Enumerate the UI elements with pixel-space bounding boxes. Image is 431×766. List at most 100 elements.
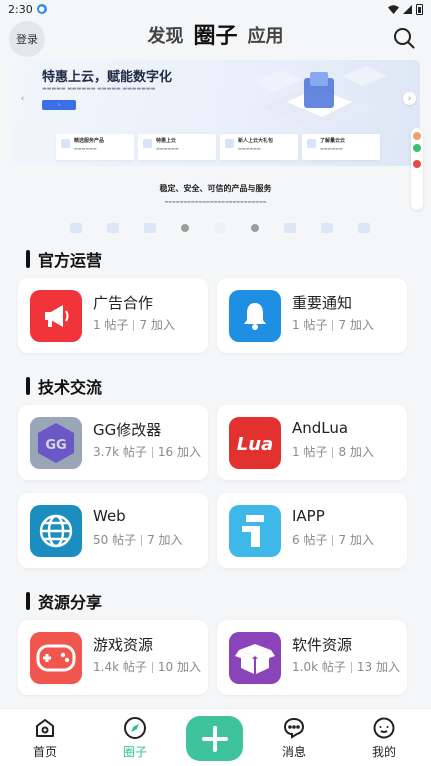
member-count: 16 加入: [157, 445, 201, 459]
nav-label: 我的: [371, 745, 396, 759]
member-count: 7 加入: [139, 318, 175, 332]
box-icon: [229, 632, 281, 684]
banner-illustration: [252, 66, 387, 132]
feature-thumb: [284, 223, 296, 233]
wifi-icon: [388, 4, 399, 14]
circle-stats: 50 帖子 7 加入: [93, 531, 183, 548]
circle-card-ads[interactable]: 广告合作 1 帖子 7 加入: [18, 278, 208, 353]
banner-card[interactable]: 精选服务产品 ▬▬▬▬▬▬: [56, 134, 134, 160]
banner-card[interactable]: 新人上云大礼包 ▬▬▬▬▬▬: [220, 134, 298, 160]
post-count: 6 帖子: [292, 533, 328, 547]
circle-card-games[interactable]: 游戏资源 1.4k 帖子 10 加入: [18, 620, 208, 695]
banner-card-label: 精选服务产品: [74, 138, 105, 144]
signal-icon: [403, 4, 412, 14]
pager-dot[interactable]: [181, 224, 189, 232]
circle-stats: 1 帖子 7 加入: [93, 316, 175, 333]
post-count: 1.0k 帖子: [292, 660, 346, 674]
nav-messages[interactable]: 消息: [264, 717, 324, 760]
nav-label: 消息: [281, 745, 306, 759]
notification-icon: ●: [36, 4, 47, 14]
pager-dot[interactable]: [251, 224, 259, 232]
wechat-icon: [413, 144, 421, 152]
banner-cta-button[interactable]: ›: [42, 100, 76, 110]
banner-slogan-decoration: ▬▬▬▬▬▬▬▬▬▬▬▬▬▬▬▬▬▬▬▬▬▬▬▬▬▬▬: [164, 199, 267, 204]
feature-thumb: [214, 223, 226, 233]
banner-prev-arrow[interactable]: ‹: [16, 92, 29, 105]
banner-pager: [70, 221, 370, 235]
status-time: 2:30: [8, 2, 33, 16]
circle-name: GG修改器: [93, 421, 162, 439]
circle-card-software[interactable]: 软件资源 1.0k 帖子 13 加入: [217, 620, 407, 695]
section-title: 技术交流: [26, 374, 102, 398]
gamepad-icon: [30, 632, 82, 684]
status-icons: [388, 3, 423, 15]
post-count: 50 帖子: [93, 533, 137, 547]
circle-card-andlua[interactable]: Lua AndLua 1 帖子 8 加入: [217, 405, 407, 480]
banner-card-label: 了解量云云: [320, 138, 346, 144]
search-icon[interactable]: [393, 27, 415, 49]
circle-name: 重要通知: [292, 294, 353, 312]
circle-name: AndLua: [292, 419, 349, 437]
member-count: 7 加入: [338, 533, 374, 547]
globe-icon: [30, 505, 82, 557]
banner-subtitle-decoration: ▬▬▬▬▬ ▬▬▬▬▬▬ ▬▬▬▬▬ ▬▬▬▬▬▬▬: [42, 86, 156, 92]
circle-name: IAPP: [292, 507, 325, 525]
promo-banner[interactable]: 特惠上云，赋能数字化 ▬▬▬▬▬ ▬▬▬▬▬▬ ▬▬▬▬▬ ▬▬▬▬▬▬▬ › …: [12, 60, 420, 166]
bell-icon: [229, 290, 281, 342]
tab-circle[interactable]: 圈子: [193, 22, 237, 52]
post-count: 1 帖子: [292, 318, 328, 332]
post-count: 1.4k 帖子: [93, 660, 147, 674]
circle-card-notice[interactable]: 重要通知 1 帖子 7 加入: [217, 278, 407, 353]
circle-stats: 1 帖子 8 加入: [292, 443, 374, 460]
top-tabs: 发现 圈子 应用: [0, 22, 431, 52]
banner-card[interactable]: 特惠上云 ▬▬▬▬▬▬: [138, 134, 216, 160]
circle-stats: 1 帖子 7 加入: [292, 316, 374, 333]
banner-card-label: 新人上云大礼包: [238, 138, 274, 144]
member-count: 10 加入: [157, 660, 201, 674]
section-title: 官方运营: [26, 247, 102, 271]
circle-card-web[interactable]: Web 50 帖子 7 加入: [18, 493, 208, 568]
hotline-icon: [413, 160, 421, 168]
header: 登录 发现 圈子 应用: [0, 18, 431, 60]
svg-text:Lua: Lua: [237, 434, 273, 455]
post-count: 3.7k 帖子: [93, 445, 147, 459]
tab-apps[interactable]: 应用: [248, 22, 284, 52]
nav-circle[interactable]: 圈子: [105, 717, 165, 760]
circle-name: 游戏资源: [93, 636, 154, 654]
profile-icon: [373, 717, 395, 739]
avatar-icon: [413, 132, 421, 140]
nav-label: 圈子: [122, 745, 147, 759]
circle-card-gg[interactable]: GG GG修改器 3.7k 帖子 16 加入: [18, 405, 208, 480]
member-count: 8 加入: [338, 445, 374, 459]
post-count: 1 帖子: [93, 318, 129, 332]
banner-cards: 精选服务产品 ▬▬▬▬▬▬ 特惠上云 ▬▬▬▬▬▬ 新人上云大礼包 ▬▬▬▬▬▬ 了解…: [56, 134, 380, 160]
compass-icon: [124, 717, 146, 739]
post-count: 1 帖子: [292, 445, 328, 459]
member-count: 7 加入: [147, 533, 183, 547]
circle-name: 软件资源: [292, 636, 353, 654]
floating-contact-bar[interactable]: [411, 128, 423, 210]
megaphone-icon: [30, 290, 82, 342]
circle-name: 广告合作: [93, 294, 154, 312]
circle-stats: 1.0k 帖子 13 加入: [292, 658, 400, 675]
lua-logo-icon: Lua: [229, 417, 281, 469]
plus-icon: [201, 725, 228, 752]
banner-slogan: 稳定、安全、可信的产品与服务: [159, 184, 272, 193]
feature-thumb: [107, 223, 119, 233]
tab-discover[interactable]: 发现: [147, 22, 183, 52]
banner-next-arrow[interactable]: ›: [403, 92, 416, 105]
circle-name: Web: [93, 507, 126, 525]
nav-profile[interactable]: 我的: [354, 717, 414, 760]
gg-logo-icon: GG: [30, 417, 82, 469]
circle-card-iapp[interactable]: IAPP 6 帖子 7 加入: [217, 493, 407, 568]
circle-stats: 1.4k 帖子 10 加入: [93, 658, 201, 675]
circle-stats: 3.7k 帖子 16 加入: [93, 443, 201, 460]
section-title: 资源分享: [26, 589, 102, 613]
circle-stats: 6 帖子 7 加入: [292, 531, 374, 548]
create-post-button[interactable]: [186, 716, 243, 761]
home-icon: [36, 719, 54, 737]
nav-label: 首页: [32, 745, 57, 759]
status-bar: 2:30 ●: [0, 0, 431, 18]
nav-home[interactable]: 首页: [15, 717, 75, 760]
banner-card[interactable]: 了解量云云 ▬▬▬▬▬▬: [302, 134, 380, 160]
